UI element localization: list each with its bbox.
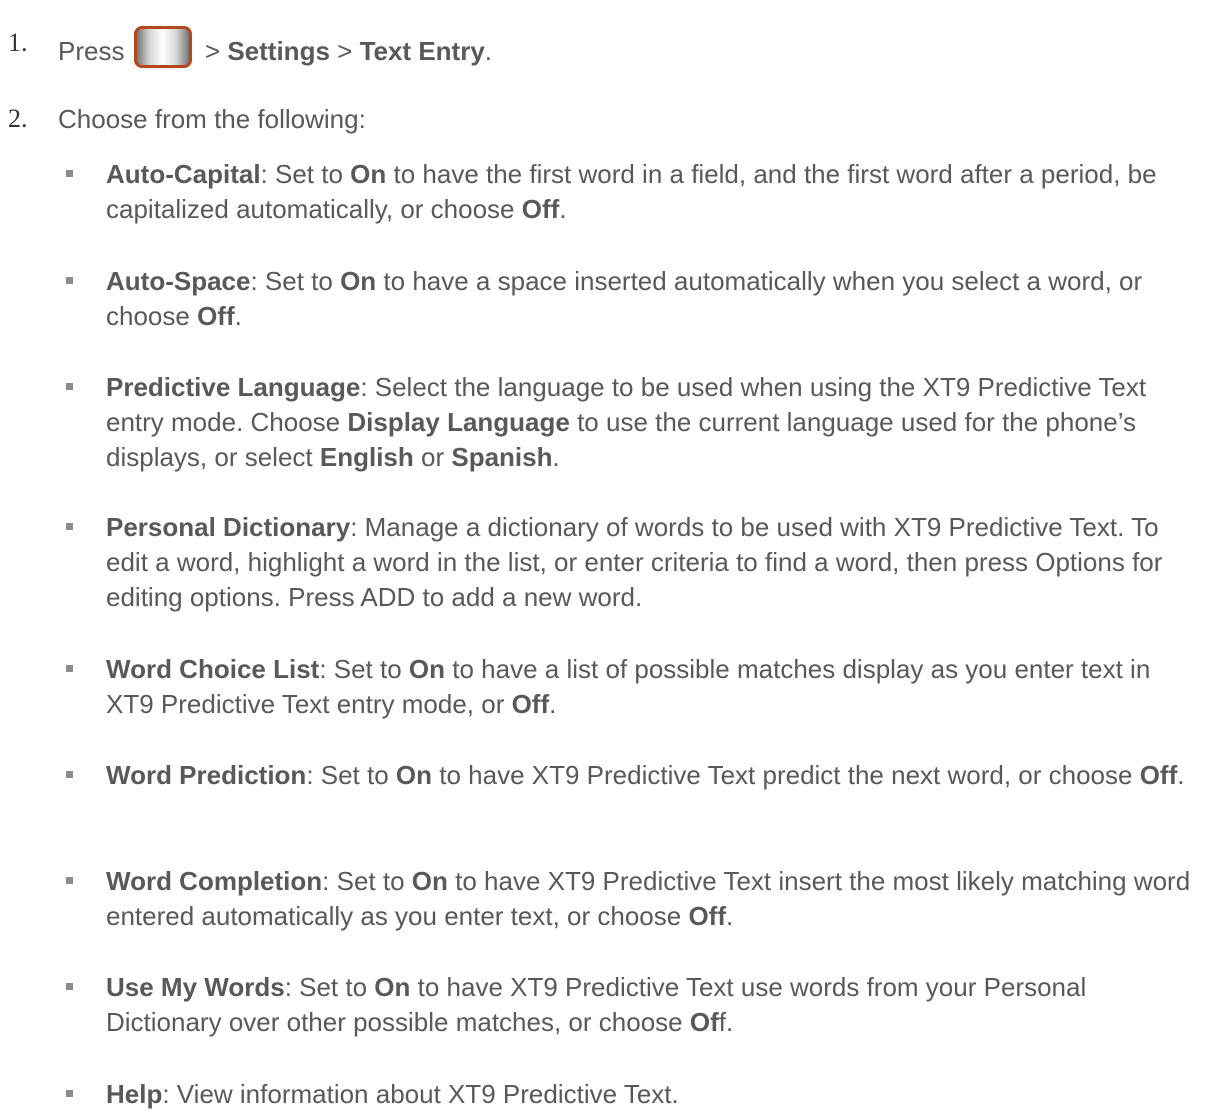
bullet-icon (66, 277, 73, 284)
option-name: Use My Words (106, 972, 285, 1002)
option-name: Help (106, 1079, 163, 1109)
settings-label: Settings (227, 36, 330, 66)
option-bold: Off (197, 301, 235, 331)
option-text: : Set to (319, 654, 409, 684)
option-text: : Set to (260, 159, 351, 189)
option-text: . (725, 901, 734, 931)
item-text: Predictive Language: Select the language… (106, 370, 1201, 475)
item-text: Auto-Space: Set to On to have a space in… (106, 264, 1201, 334)
option-text: : Set to (250, 266, 341, 296)
option-bold: Of (689, 1007, 719, 1037)
option-bold: Display Language (347, 407, 570, 437)
option-text: . (234, 301, 242, 331)
item-text: Use My Words: Set to On to have XT9 Pred… (106, 970, 1201, 1040)
bullet-icon (66, 383, 73, 390)
step-number: 1. (8, 28, 28, 57)
option-name: Word Prediction (106, 760, 307, 790)
option-text: . (552, 442, 560, 472)
option-bold: On (395, 760, 433, 790)
step-text: Press > Settings > Text Entry. (58, 26, 492, 68)
option-bold: On (350, 159, 387, 189)
option-text: . (1177, 760, 1185, 790)
option-text: or (413, 442, 452, 472)
option-name: Predictive Language (106, 372, 361, 402)
item-text: Help: View information about XT9 Predict… (106, 1077, 1201, 1112)
option-text: : Set to (284, 972, 375, 1002)
option-bold: Spanish (451, 442, 553, 472)
period: . (484, 36, 493, 66)
item-text: Word Choice List: Set to On to have a li… (106, 652, 1201, 722)
step-number: 2. (8, 104, 28, 133)
option-bold: Off (511, 689, 550, 719)
option-text: : View information about XT9 Predictive … (162, 1079, 679, 1109)
step-text: Choose from the following: (58, 104, 366, 134)
bullet-icon (66, 983, 73, 990)
item-text: Word Completion: Set to On to have XT9 P… (106, 864, 1201, 934)
option-bold: On (408, 654, 446, 684)
bullet-icon (66, 170, 73, 177)
option-text: f. (718, 1007, 734, 1037)
option-name: Word Choice List (106, 654, 320, 684)
separator: > (197, 36, 228, 66)
option-name: Auto-Space (106, 266, 251, 296)
option-bold: On (374, 972, 411, 1002)
option-text: : Set to (306, 760, 396, 790)
option-bold: English (319, 442, 414, 472)
option-bold: On (340, 266, 377, 296)
bullet-icon (66, 771, 73, 778)
option-text: to have XT9 Predictive Text predict the … (432, 760, 1140, 790)
text-entry-label: Text Entry (359, 36, 485, 66)
option-text: . (549, 689, 557, 719)
option-name: Auto-Capital (106, 159, 261, 189)
step-press-text: Press (58, 36, 125, 66)
bullet-icon (66, 523, 73, 530)
option-name: Personal Dictionary (106, 512, 351, 542)
bullet-icon (66, 665, 73, 672)
option-text: : Set to (322, 866, 412, 896)
option-text: . (559, 194, 567, 224)
option-bold: Off (1139, 760, 1178, 790)
bullet-icon (66, 877, 73, 884)
separator: > (329, 36, 360, 66)
bullet-icon (66, 1090, 73, 1097)
item-text: Auto-Capital: Set to On to have the firs… (106, 157, 1201, 227)
option-bold: Off (688, 901, 726, 931)
option-bold: Off (521, 194, 560, 224)
option-bold: On (411, 866, 448, 896)
item-text: Word Prediction: Set to On to have XT9 P… (106, 758, 1201, 793)
menu-key-icon (133, 26, 192, 68)
item-text: Personal Dictionary: Manage a dictionary… (106, 510, 1201, 615)
option-name: Word Completion (106, 866, 323, 896)
